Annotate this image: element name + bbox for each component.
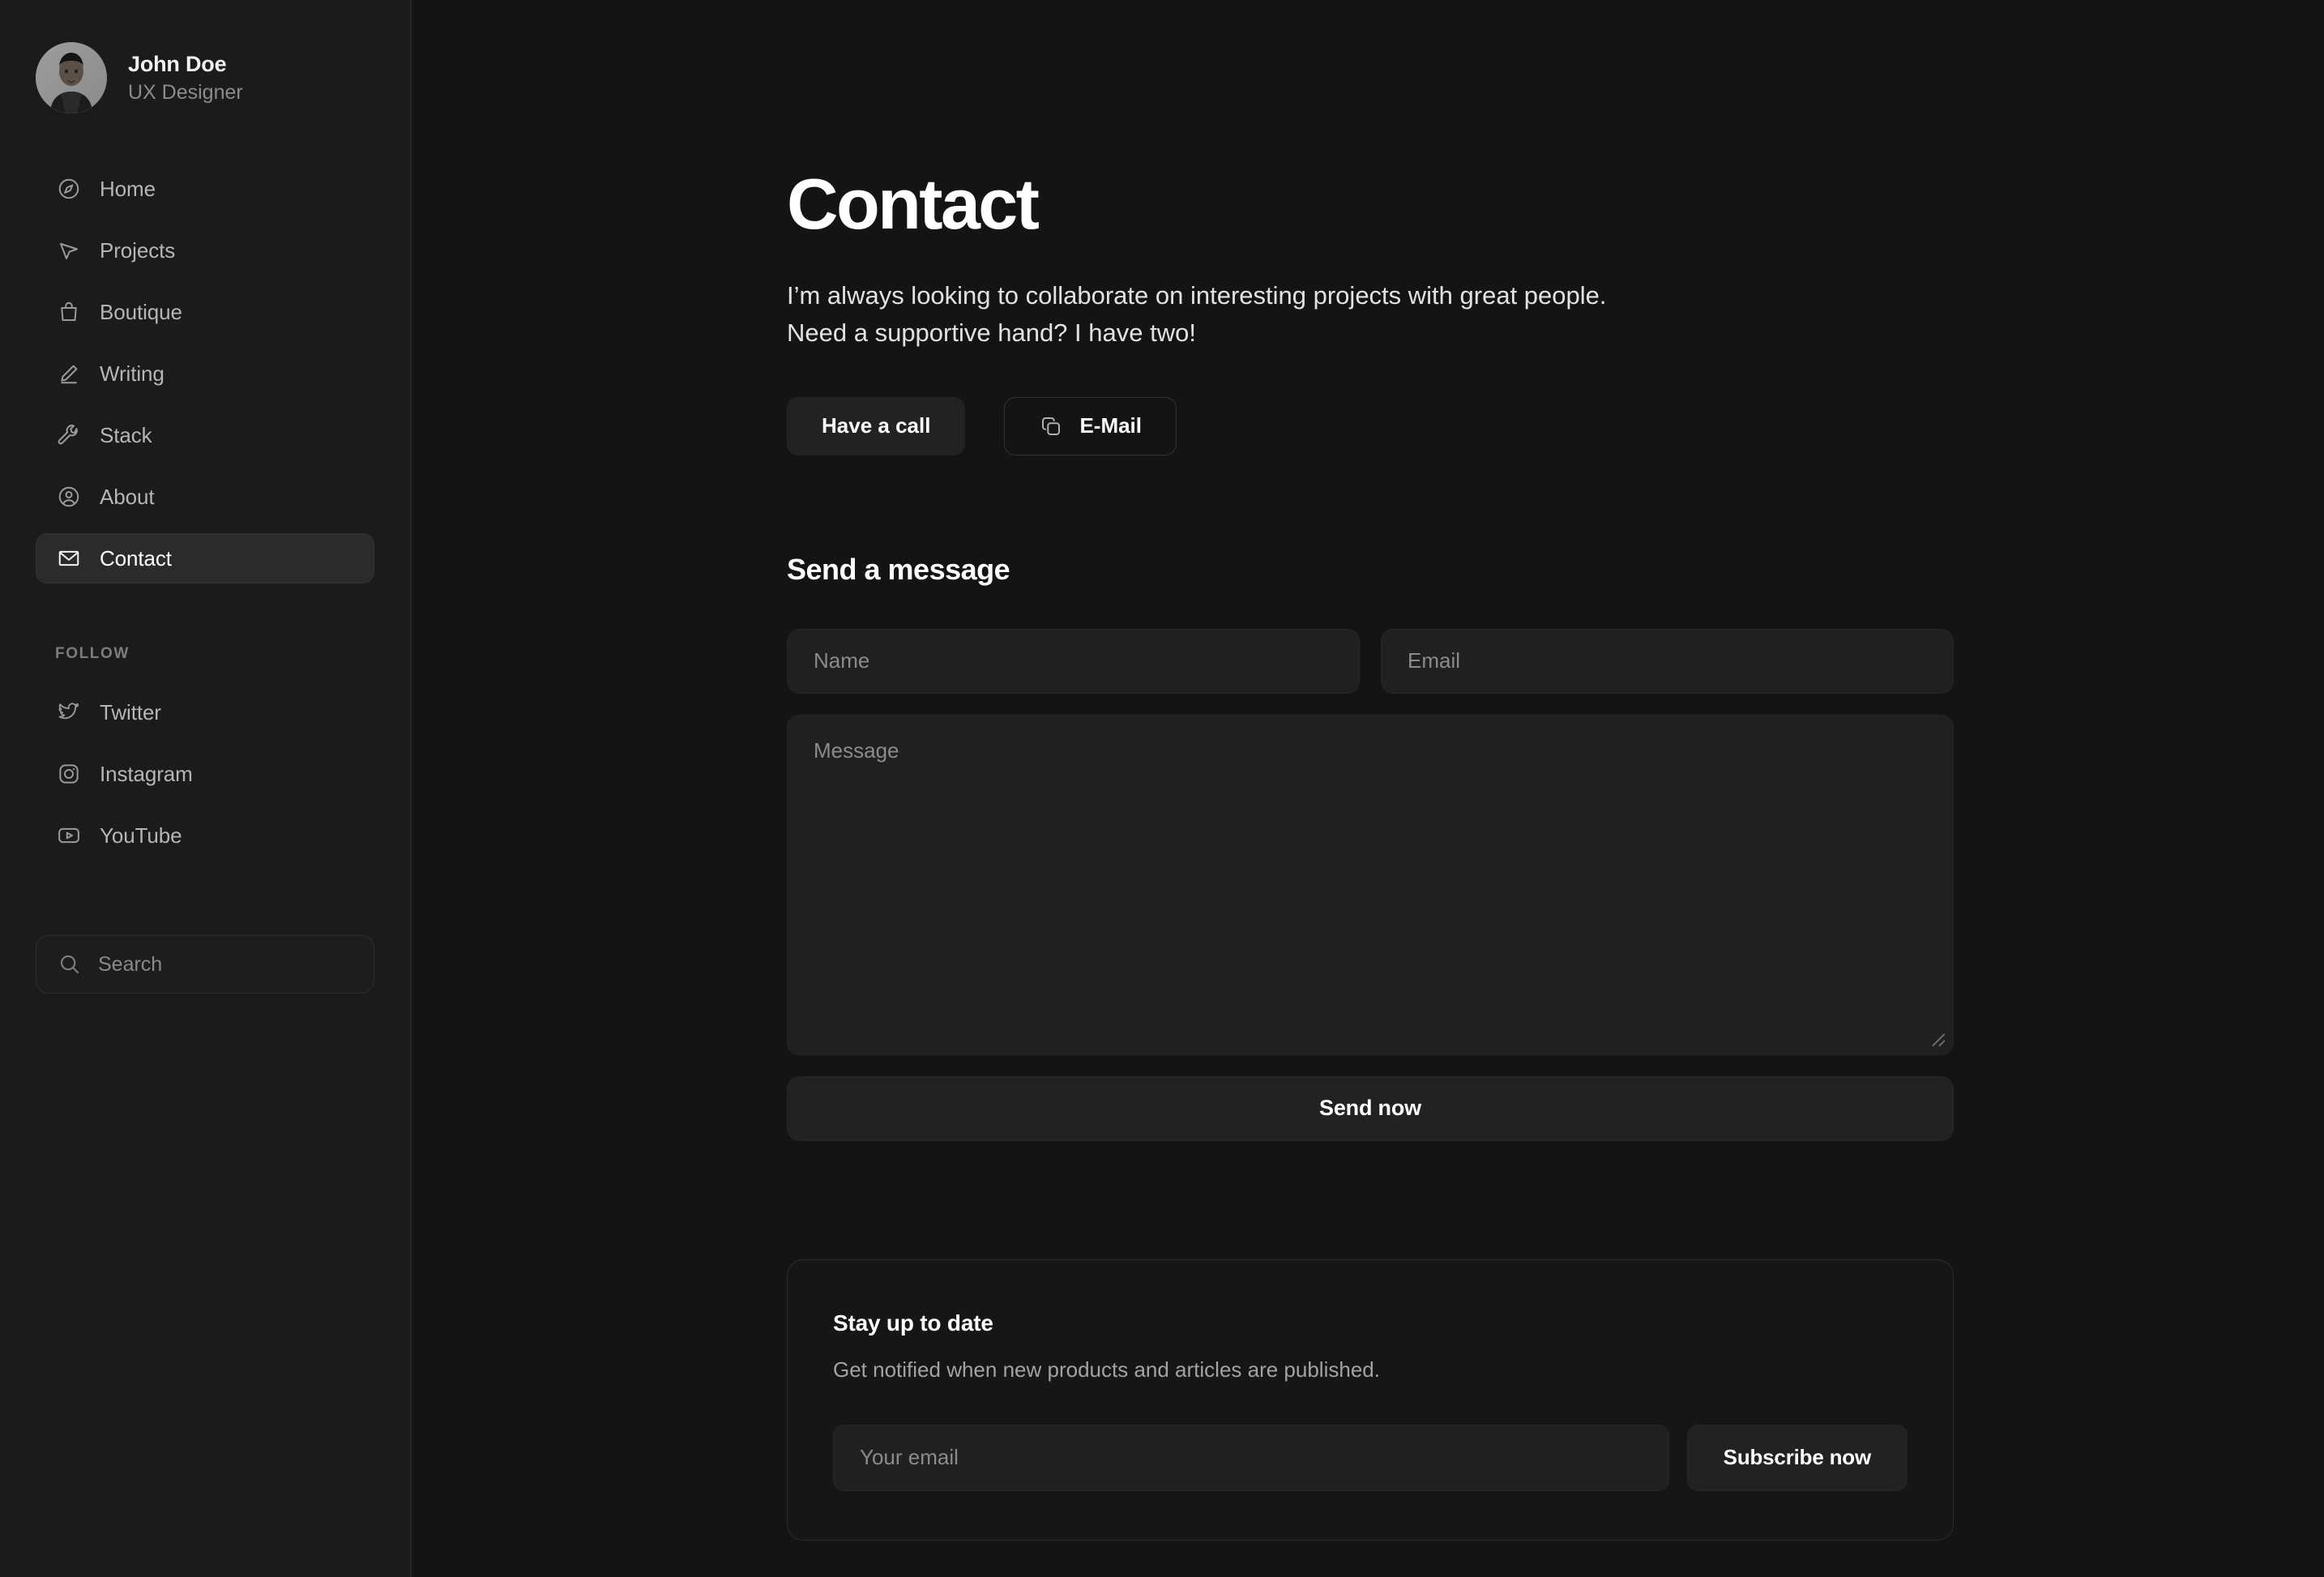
profile-role: UX Designer — [128, 80, 243, 104]
sidebar-item-label: Boutique — [100, 299, 182, 324]
message-textarea[interactable]: Message — [787, 714, 1954, 1055]
sidebar-item-label: Stack — [100, 422, 152, 447]
send-now-label: Send now — [1319, 1096, 1421, 1121]
sidebar-item-label: Home — [100, 176, 156, 201]
sidebar-item-twitter[interactable]: Twitter — [36, 687, 374, 737]
main-content: Contact I’m always looking to collaborat… — [412, 0, 2324, 1577]
wrench-icon — [56, 422, 82, 448]
sidebar-item-label: Writing — [100, 361, 164, 386]
profile-block[interactable]: John Doe UX Designer — [36, 42, 374, 113]
email-input[interactable]: Email — [1381, 628, 1954, 694]
newsletter-form-row: Your email Subscribe now — [833, 1424, 1907, 1491]
sidebar-item-projects[interactable]: Projects — [36, 225, 374, 276]
name-placeholder: Name — [814, 648, 870, 673]
sidebar-item-home[interactable]: Home — [36, 164, 374, 214]
sidebar-item-contact[interactable]: Contact — [36, 533, 374, 583]
search-placeholder: Search — [98, 952, 163, 976]
avatar — [36, 42, 107, 113]
send-now-button[interactable]: Send now — [787, 1075, 1954, 1141]
sidebar-item-label: About — [100, 484, 155, 509]
sidebar-item-label: Projects — [100, 237, 176, 263]
have-a-call-button[interactable]: Have a call — [787, 396, 966, 455]
sidebar-item-label: YouTube — [100, 823, 182, 848]
subscribe-now-button[interactable]: Subscribe now — [1686, 1424, 1907, 1491]
newsletter-email-input[interactable]: Your email — [833, 1424, 1669, 1491]
sidebar: John Doe UX Designer Home Projects Bouti… — [0, 0, 412, 1577]
sidebar-item-label: Twitter — [100, 699, 161, 724]
envelope-icon — [56, 545, 82, 571]
email-button[interactable]: E-Mail — [1004, 396, 1177, 455]
sidebar-item-youtube[interactable]: YouTube — [36, 810, 374, 861]
follow-section-title: FOLLOW — [55, 645, 130, 662]
name-email-row: Name Email — [787, 628, 1954, 694]
message-placeholder: Message — [814, 737, 899, 763]
email-placeholder: Email — [1408, 648, 1461, 673]
email-label: E-Mail — [1079, 413, 1143, 438]
newsletter-email-placeholder: Your email — [860, 1445, 959, 1470]
sidebar-item-stack[interactable]: Stack — [36, 410, 374, 460]
subscribe-now-label: Subscribe now — [1723, 1445, 1872, 1470]
user-circle-icon — [56, 484, 82, 510]
app-root: John Doe UX Designer Home Projects Bouti… — [0, 0, 2324, 1577]
primary-nav: Home Projects Boutique Writing Stack Abo… — [36, 164, 374, 595]
form-heading: Send a message — [787, 552, 1010, 586]
follow-nav: Twitter Instagram YouTube — [36, 687, 374, 872]
profile-name: John Doe — [128, 51, 227, 76]
profile-text: John Doe UX Designer — [128, 52, 243, 105]
compass-icon — [56, 176, 82, 202]
newsletter-card: Stay up to date Get notified when new pr… — [787, 1259, 1954, 1541]
sidebar-item-label: Instagram — [100, 761, 193, 786]
search-input[interactable]: Search — [36, 935, 374, 994]
search-icon — [58, 952, 82, 977]
have-a-call-label: Have a call — [822, 413, 931, 438]
sidebar-item-label: Contact — [100, 545, 172, 571]
page-title: Contact — [787, 164, 1040, 244]
sidebar-item-about[interactable]: About — [36, 472, 374, 522]
sidebar-item-instagram[interactable]: Instagram — [36, 749, 374, 799]
pencil-icon — [56, 361, 82, 387]
cursor-arrow-icon — [56, 237, 82, 263]
page-intro: I’m always looking to collaborate on int… — [787, 281, 1607, 347]
resize-handle[interactable] — [1925, 1027, 1948, 1049]
twitter-bird-icon — [56, 699, 82, 725]
sidebar-item-boutique[interactable]: Boutique — [36, 287, 374, 337]
newsletter-title: Stay up to date — [833, 1310, 993, 1336]
shopping-bag-icon — [56, 299, 82, 325]
name-input[interactable]: Name — [787, 628, 1360, 694]
newsletter-description: Get notified when new products and artic… — [833, 1357, 1380, 1382]
content-column: Contact I’m always looking to collaborat… — [787, 0, 1954, 1541]
youtube-play-icon — [56, 823, 82, 848]
sidebar-item-writing[interactable]: Writing — [36, 348, 374, 399]
copy-icon — [1039, 414, 1063, 438]
action-button-row: Have a call E-Mail — [787, 396, 1954, 455]
instagram-icon — [56, 761, 82, 787]
